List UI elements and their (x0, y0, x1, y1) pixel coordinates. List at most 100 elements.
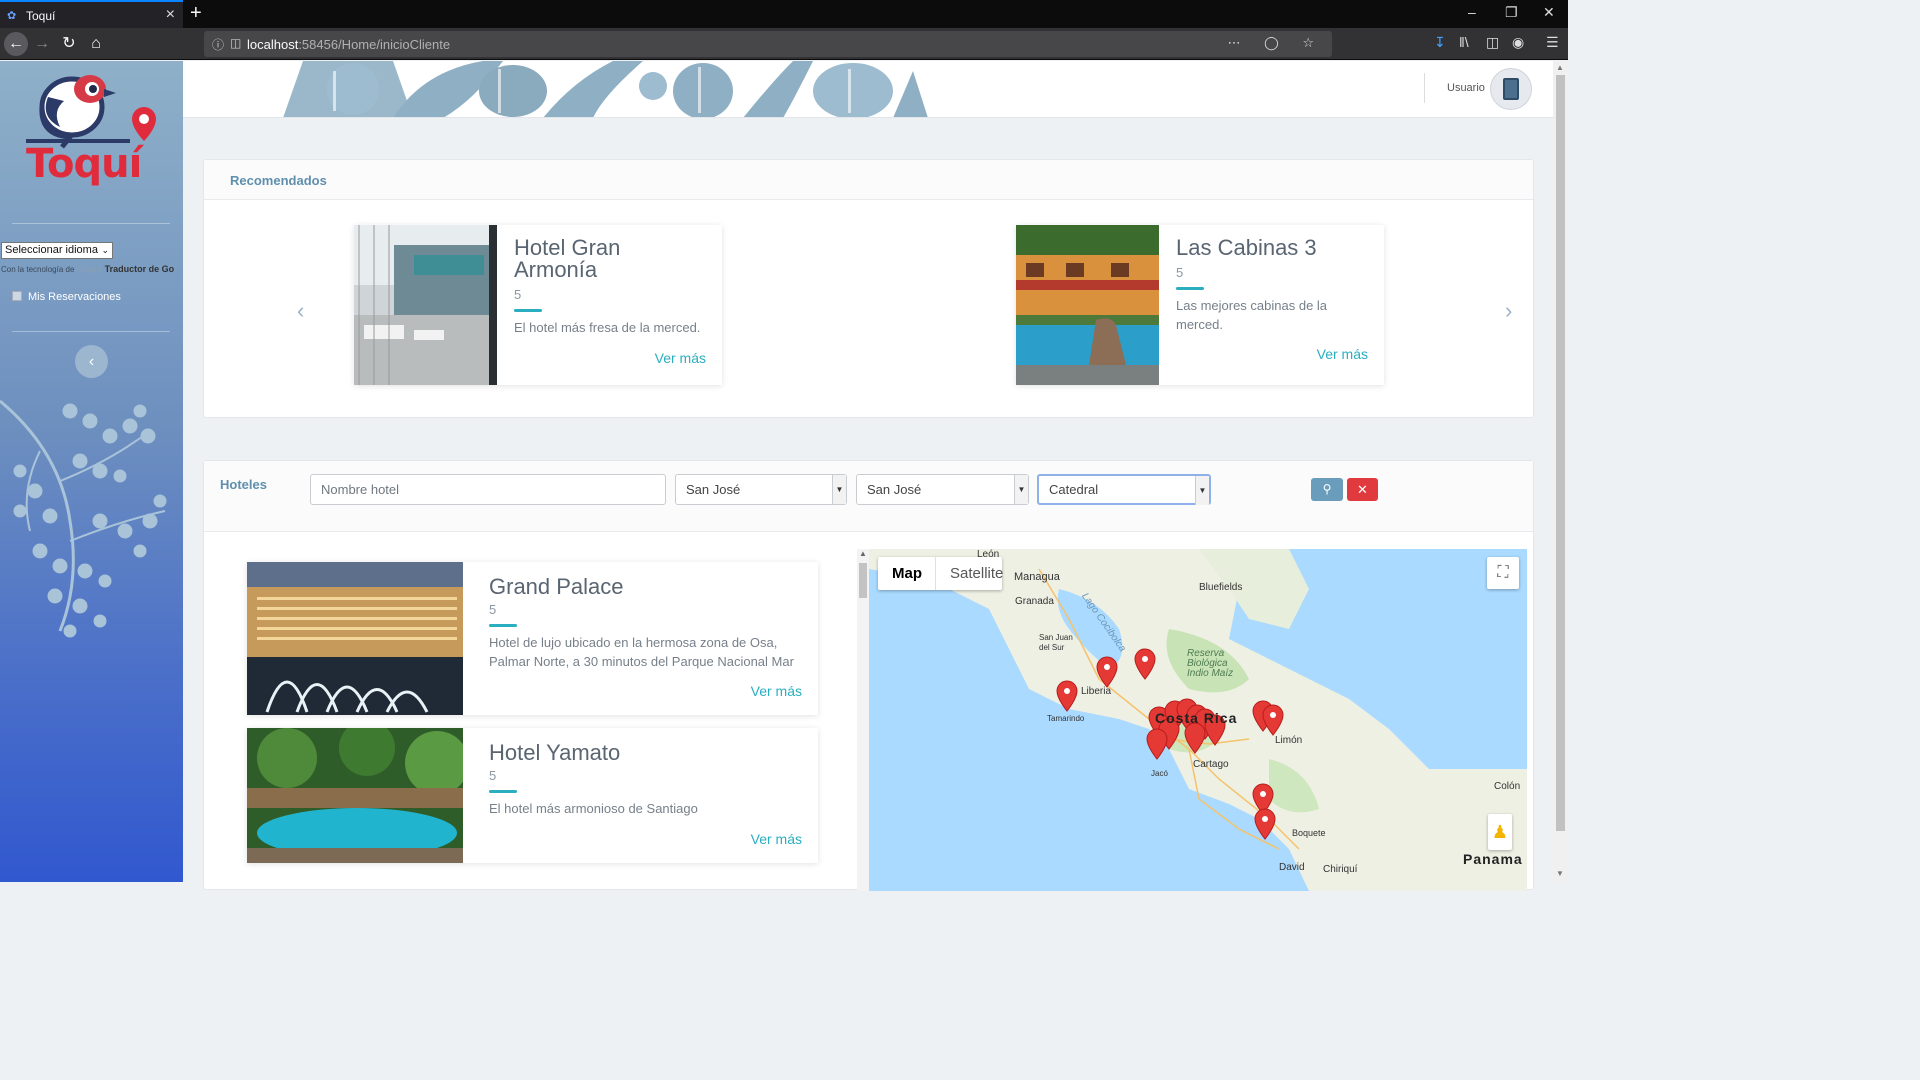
hotels-card: Hoteles Nombre hotel San José ▼ San José ▼… (203, 460, 1534, 891)
hotels-filter-bar: Hoteles Nombre hotel San José ▼ San José ▼… (204, 461, 1533, 532)
restore-icon[interactable]: ❐ (1505, 4, 1518, 21)
canton-select[interactable]: San José ▼ (856, 474, 1029, 505)
hotel-list-scrollbar[interactable]: ▲ (857, 549, 869, 891)
hotel-list-item: Grand Palace 5 Hotel de lujo ubicado en … (247, 562, 818, 715)
collapse-sidebar-button[interactable]: ‹ (75, 345, 108, 378)
rating: 5 (514, 287, 522, 302)
carousel-prev-icon[interactable]: ‹ (297, 298, 304, 324)
fullscreen-icon[interactable]: ⛶ (1487, 557, 1519, 589)
district-select[interactable]: Catedral ▼ (1037, 474, 1211, 505)
library-icon[interactable]: ‖\ (1459, 34, 1469, 50)
ver-mas-link[interactable]: Ver más (751, 831, 802, 847)
search-button[interactable]: ⚲ (1311, 478, 1343, 501)
accent-bar (489, 790, 517, 793)
site-info-icon[interactable]: ⓘ (212, 36, 224, 53)
close-tab-icon[interactable]: × (166, 6, 175, 24)
recommended-name: Las Cabinas 3 (1176, 235, 1317, 260)
recommended-title: Recomendados (230, 173, 327, 188)
map-label: Panama (1463, 851, 1523, 867)
user-avatar[interactable] (1490, 68, 1532, 110)
sidebar: Toquí Seleccionar idioma ⌄ Con la tecnol… (0, 61, 183, 882)
recommended-item: Las Cabinas 3 5 Las mejores cabinas de l… (1016, 225, 1384, 385)
map-label: Reserva Biológica Indio Maíz (1187, 648, 1234, 679)
decorative-leaves-banner (283, 61, 928, 117)
hotel-image (1016, 225, 1159, 385)
hotel-name: Hotel Yamato (489, 740, 621, 765)
carousel-next-icon[interactable]: › (1505, 298, 1512, 324)
hotels-title: Hoteles (220, 477, 267, 492)
hotels-map[interactable]: León Managua Granada Lago Cocibolca San … (869, 549, 1527, 891)
tab-title: Toquí (26, 9, 56, 23)
chevron-down-icon: ▼ (1195, 476, 1209, 505)
map-label: Chiriquí (1323, 864, 1358, 875)
scrollbar-thumb[interactable] (1556, 75, 1565, 831)
street-view-pegman-icon[interactable]: ♟ (1488, 814, 1512, 850)
user-avatar-icon (1503, 78, 1519, 100)
map-label: Liberia (1081, 686, 1112, 697)
decorative-branch (0, 399, 167, 638)
accent-bar (489, 624, 517, 627)
downloads-icon[interactable]: ↧ (1434, 34, 1446, 51)
hotel-image (247, 728, 471, 863)
reload-icon[interactable]: ↻ (57, 32, 81, 56)
map-label: Boquete (1292, 828, 1326, 838)
user-label: Usuario (1447, 82, 1485, 94)
rating: 5 (489, 602, 497, 617)
map-label: Jacó (1151, 769, 1168, 778)
scroll-down-icon[interactable]: ▼ (1556, 869, 1564, 878)
new-tab-icon[interactable]: + (190, 2, 202, 25)
recommended-card: Recomendados ‹ › Hotel Gran Armonía 5 El … (203, 159, 1534, 418)
sidebar-toggle-icon[interactable]: ◫ (1486, 34, 1499, 51)
sidebar-item-mis-reservaciones[interactable]: Mis Reservaciones (12, 291, 121, 303)
account-icon[interactable]: ◉ (1512, 34, 1524, 51)
recommended-name: Hotel Gran Armonía (514, 235, 621, 282)
minimize-icon[interactable]: – (1468, 4, 1476, 20)
ver-mas-link[interactable]: Ver más (1317, 346, 1368, 362)
map-tab-map[interactable]: Map (878, 557, 936, 590)
map-label: Bluefields (1199, 582, 1243, 593)
close-window-icon[interactable]: ✕ (1543, 4, 1555, 21)
scroll-up-icon[interactable]: ▲ (859, 549, 867, 558)
page-scrollbar[interactable]: ▲ ▼ (1553, 61, 1568, 882)
language-select[interactable]: Seleccionar idioma ⌄ (1, 242, 113, 259)
chevron-down-icon: ▼ (1014, 475, 1028, 504)
url-bar[interactable]: ⓘ ◫ localhost:58456/Home/inicioCliente ⋯… (204, 31, 1332, 57)
close-icon: ✕ (1357, 482, 1368, 497)
forward-icon[interactable]: → (30, 32, 54, 56)
map-label: Colón (1494, 781, 1521, 792)
map-label: Managua (1014, 571, 1060, 583)
map-label: Tamarindo (1047, 714, 1085, 723)
chevron-down-icon: ▼ (832, 475, 846, 504)
sidebar-divider (12, 331, 170, 332)
top-header: Usuario (183, 61, 1553, 118)
sidebar-divider (12, 223, 170, 224)
scrollbar-thumb[interactable] (859, 563, 867, 598)
clear-filters-button[interactable]: ✕ (1347, 478, 1378, 501)
map-label: Cartago (1193, 759, 1229, 770)
map-label: David (1279, 862, 1305, 873)
site-favicon-icon: ✿ (7, 10, 17, 22)
accent-bar (514, 309, 542, 312)
province-select[interactable]: San José ▼ (675, 474, 847, 505)
browser-tab[interactable]: ✿ Toquí × (0, 0, 183, 28)
tracking-shield-icon[interactable]: ◫ (230, 36, 241, 50)
scroll-up-icon[interactable]: ▲ (1556, 63, 1564, 72)
home-icon[interactable]: ⌂ (84, 32, 108, 56)
recommended-description: El hotel más fresa de la merced. (514, 320, 701, 335)
ver-mas-link[interactable]: Ver más (655, 350, 706, 366)
map-tab-satellite[interactable]: Satellite (935, 557, 1017, 590)
hotel-description: Hotel de lujo ubicado en la hermosa zona… (489, 635, 794, 669)
rating: 5 (1176, 265, 1184, 280)
hotel-image (354, 225, 497, 385)
ver-mas-link[interactable]: Ver más (751, 683, 802, 699)
recommended-header: Recomendados (204, 160, 1533, 200)
map-type-control: Map Satellite (878, 557, 1003, 590)
back-icon[interactable]: ← (4, 32, 28, 56)
menu-icon[interactable]: ☰ (1546, 34, 1559, 51)
recommended-description: Las mejores cabinas de la merced. (1176, 298, 1328, 332)
hotel-list-item: Hotel Yamato 5 El hotel más armonioso de… (247, 728, 818, 863)
hotel-name-input[interactable]: Nombre hotel (310, 474, 666, 505)
logo-text: Toquí (26, 141, 142, 187)
page-actions-icon[interactable]: ⋯ ◯ ☆ (1228, 35, 1324, 51)
translate-attribution: Con la tecnología de Google Traductor de… (1, 264, 175, 274)
